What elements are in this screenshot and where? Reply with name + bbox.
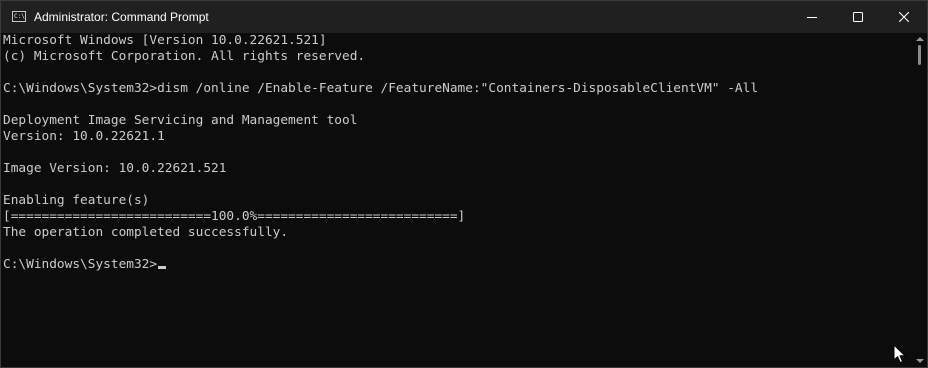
console-line: The operation completed successfully. <box>3 225 289 240</box>
title-bar[interactable]: C:\ Administrator: Command Prompt <box>1 1 927 33</box>
console-line: Image Version: 10.0.22621.521 <box>3 161 227 176</box>
console-line: Deployment Image Servicing and Managemen… <box>3 113 358 128</box>
mouse-pointer-icon <box>893 344 906 364</box>
command-prompt-icon-label: C:\ <box>14 13 25 20</box>
scrollbar-thumb[interactable] <box>918 45 921 65</box>
command-line: C:\Windows\System32>dism /online /Enable… <box>3 81 759 96</box>
scroll-up-arrow-icon[interactable] <box>916 37 924 41</box>
window-title: Administrator: Command Prompt <box>34 10 209 24</box>
console-line: (c) Microsoft Corporation. All rights re… <box>3 49 366 64</box>
scroll-down-arrow-icon[interactable] <box>916 359 924 363</box>
close-icon <box>899 12 909 22</box>
console-line: Version: 10.0.22621.1 <box>3 129 165 144</box>
progress-line: [==========================100.0%=======… <box>3 209 466 224</box>
maximize-button[interactable] <box>835 1 881 33</box>
text-cursor <box>158 266 167 269</box>
command-prompt-icon: C:\ <box>12 11 26 22</box>
prompt-line[interactable]: C:\Windows\System32> <box>3 257 913 273</box>
vertical-scrollbar[interactable] <box>913 33 927 367</box>
maximize-icon <box>853 12 863 22</box>
console-line: Microsoft Windows [Version 10.0.22621.52… <box>3 33 327 48</box>
close-button[interactable] <box>881 1 927 33</box>
console-line: Enabling feature(s) <box>3 193 150 208</box>
minimize-icon <box>807 17 817 18</box>
command-prompt-window: C:\ Administrator: Command Prompt Micros… <box>0 0 928 368</box>
console-output[interactable]: Microsoft Windows [Version 10.0.22621.52… <box>1 33 913 367</box>
prompt-text: C:\Windows\System32> <box>3 257 158 272</box>
minimize-button[interactable] <box>789 1 835 33</box>
